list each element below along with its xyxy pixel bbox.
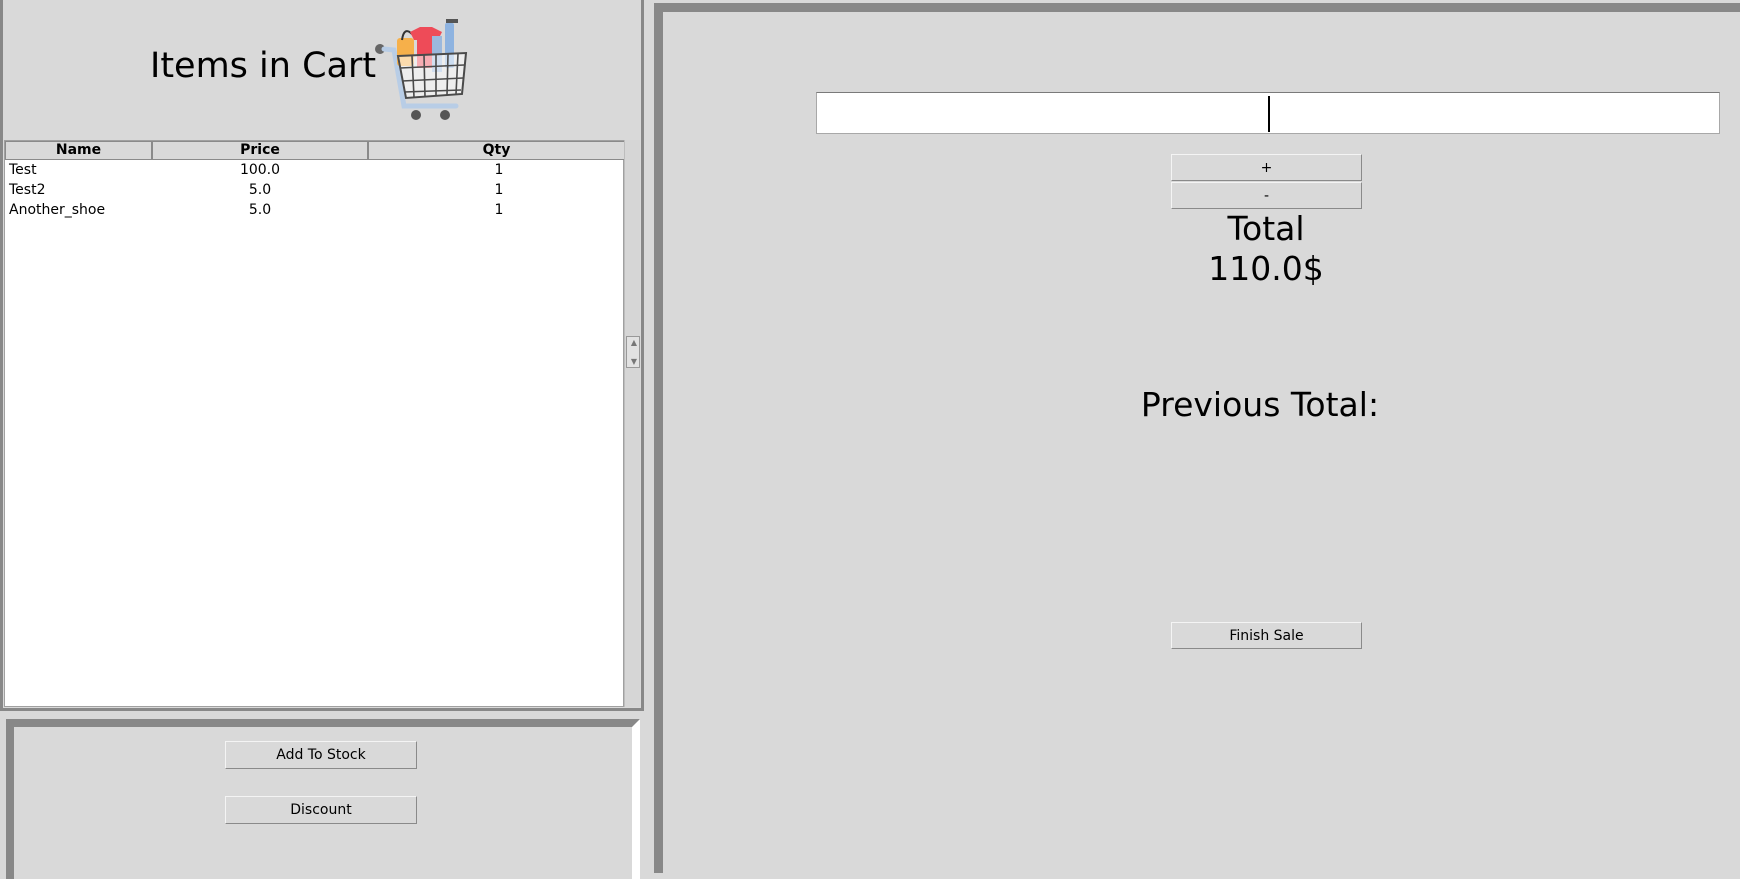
cell-name: Test2 <box>9 182 46 198</box>
discount-button[interactable]: Discount <box>225 796 417 824</box>
column-header-price[interactable]: Price <box>152 141 368 160</box>
finish-sale-button[interactable]: Finish Sale <box>1171 622 1362 649</box>
increase-quantity-button[interactable]: + <box>1171 154 1362 181</box>
cart-scrollbar[interactable]: ▲ ▼ <box>624 140 640 707</box>
shopping-cart-icon <box>375 19 468 120</box>
decrease-quantity-button[interactable]: - <box>1171 182 1362 209</box>
cart-title: Items in Cart <box>150 46 377 86</box>
table-row[interactable]: Test 100.0 1 <box>5 160 625 180</box>
cell-price: 100.0 <box>239 162 281 178</box>
table-row[interactable]: Another_shoe 5.0 1 <box>5 200 625 220</box>
cell-price: 5.0 <box>248 182 272 198</box>
cell-name: Test <box>9 162 37 178</box>
total-value: 110.0$ <box>1208 249 1324 288</box>
scroll-up-arrow-icon[interactable]: ▲ <box>628 338 640 348</box>
total-label: Total <box>1227 209 1305 248</box>
previous-total-label: Previous Total: <box>1140 385 1380 424</box>
scrollbar-thumb[interactable]: ▲ ▼ <box>626 336 640 368</box>
cell-price: 5.0 <box>248 202 272 218</box>
table-row[interactable]: Test2 5.0 1 <box>5 180 625 200</box>
add-to-stock-button[interactable]: Add To Stock <box>225 741 417 769</box>
cart-table[interactable]: Name Price Qty Test 100.0 1 Test2 5.0 1 … <box>4 140 625 707</box>
scroll-down-arrow-icon[interactable]: ▼ <box>628 357 640 367</box>
cell-qty: 1 <box>494 162 504 178</box>
cell-name: Another_shoe <box>9 202 106 218</box>
column-header-name[interactable]: Name <box>5 141 152 160</box>
text-caret <box>1268 96 1270 132</box>
cell-qty: 1 <box>494 182 504 198</box>
column-header-qty[interactable]: Qty <box>368 141 625 160</box>
cell-qty: 1 <box>494 202 504 218</box>
